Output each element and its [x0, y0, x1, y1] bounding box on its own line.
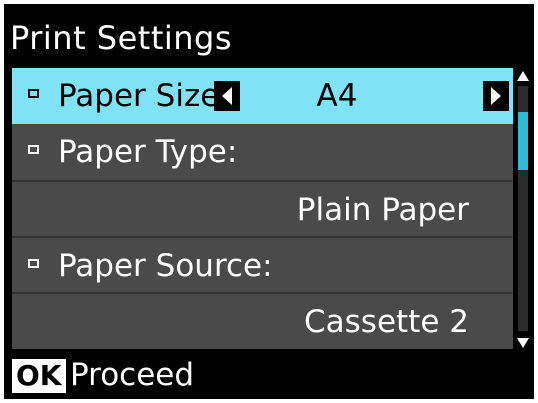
proceed-label: Proceed	[70, 357, 195, 393]
menu-item-paper-size[interactable]: Paper Size : A4	[12, 68, 513, 124]
right-arrow-icon[interactable]	[483, 81, 509, 111]
menu-item-label: Paper Source:	[58, 248, 273, 284]
menu-item-paper-source-value-row[interactable]: Cassette 2	[12, 292, 513, 349]
scroll-up-arrow-icon[interactable]	[516, 68, 530, 82]
lcd-screen: Print Settings Paper Size : A4 Paper Typ…	[4, 4, 534, 399]
square-bullet-icon	[28, 89, 39, 98]
scrollbar[interactable]	[516, 68, 530, 349]
menu-item-label: Paper Type:	[58, 134, 238, 170]
square-bullet-icon	[28, 145, 39, 154]
menu-item-paper-type[interactable]: Paper Type:	[12, 124, 513, 180]
scroll-thumb[interactable]	[518, 112, 528, 170]
scroll-down-arrow-icon[interactable]	[516, 335, 530, 349]
settings-menu: Paper Size : A4 Paper Type: Plain Paper …	[12, 68, 513, 349]
menu-item-paper-source[interactable]: Paper Source:	[12, 236, 513, 292]
paper-type-value: Plain Paper	[296, 192, 469, 228]
square-bullet-icon	[28, 259, 39, 268]
footer-bar: OK Proceed	[4, 351, 534, 399]
menu-item-paper-type-value-row[interactable]: Plain Paper	[12, 180, 513, 236]
menu-item-label: Paper Size :	[58, 78, 240, 114]
left-arrow-icon[interactable]	[214, 81, 240, 111]
screen-title: Print Settings	[10, 19, 233, 57]
ok-key-icon[interactable]: OK	[12, 359, 66, 393]
scroll-track[interactable]	[518, 86, 528, 331]
paper-source-value: Cassette 2	[304, 304, 469, 340]
paper-size-value: A4	[316, 78, 358, 114]
